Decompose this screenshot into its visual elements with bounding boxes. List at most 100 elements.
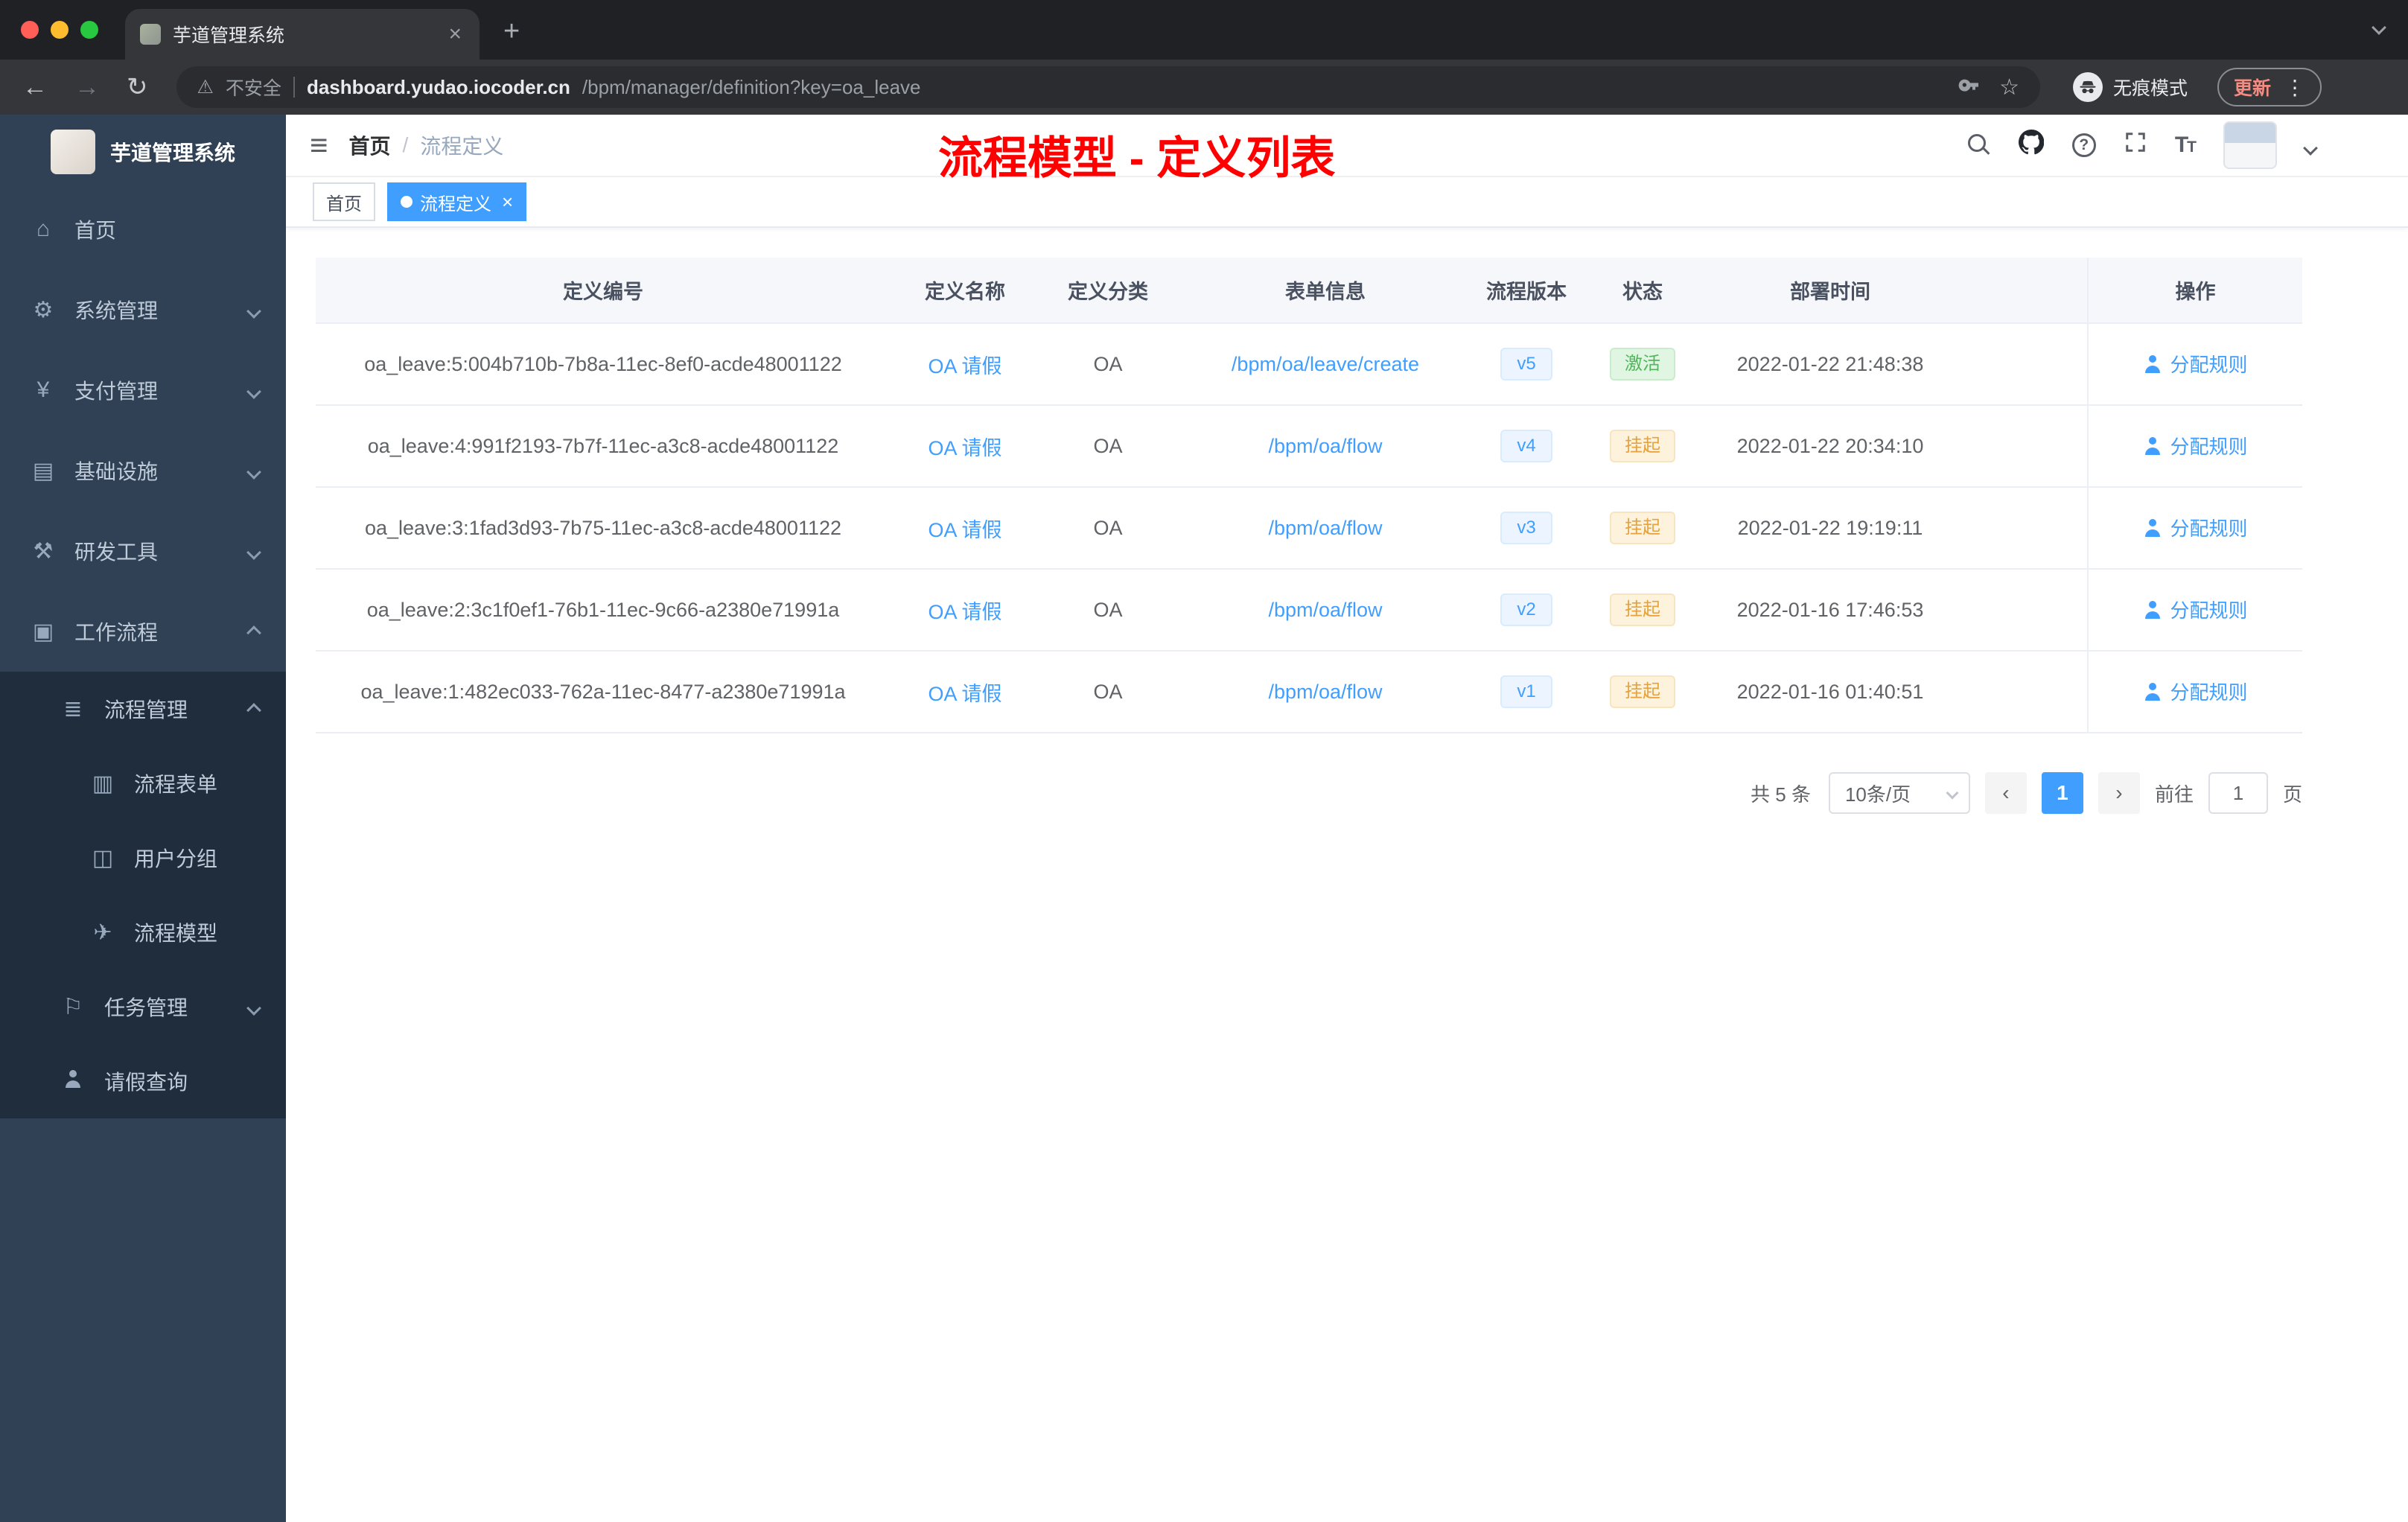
status-badge: 挂起 xyxy=(1610,430,1675,462)
password-key-icon[interactable] xyxy=(1958,73,1981,102)
definition-name-link[interactable]: OA 请假 xyxy=(928,683,1001,705)
reload-button[interactable] xyxy=(116,71,159,103)
definition-name-link[interactable]: OA 请假 xyxy=(928,355,1001,378)
tab-favicon-icon xyxy=(140,24,161,45)
page-size-select[interactable]: 10条/页 xyxy=(1828,772,1970,814)
sidebar-item-process-model[interactable]: 流程模型 xyxy=(0,895,286,969)
tab-search-chevron-icon[interactable] xyxy=(2372,11,2386,39)
sidebar-item-process-form[interactable]: 流程表单 xyxy=(0,746,286,821)
col-status: 状态 xyxy=(1579,258,1707,324)
new-tab-button[interactable] xyxy=(494,16,529,48)
definition-category: OA xyxy=(1039,651,1176,733)
form-link[interactable]: /bpm/oa/flow xyxy=(1268,435,1382,457)
tags-view-bar: 首页 流程定义 xyxy=(286,177,2408,228)
sidebar-item-payment[interactable]: 支付管理 xyxy=(0,350,286,430)
window-controls xyxy=(0,21,113,60)
sidebar-toggle-icon[interactable] xyxy=(310,130,328,161)
infrastructure-icon xyxy=(30,458,57,484)
definition-name-link[interactable]: OA 请假 xyxy=(928,437,1001,459)
back-button[interactable] xyxy=(12,71,58,103)
pagination: 共 5 条 10条/页 1 前往 页 xyxy=(316,772,2302,814)
assign-rule-link[interactable]: 分配规则 xyxy=(2143,432,2247,459)
assign-rule-link[interactable]: 分配规则 xyxy=(2143,596,2247,623)
prev-page-button[interactable] xyxy=(1984,772,2027,814)
font-size-icon[interactable]: TT xyxy=(2175,133,2197,158)
github-icon[interactable] xyxy=(2018,129,2045,161)
col-spacer xyxy=(1954,258,2088,324)
sidebar-item-workflow[interactable]: 工作流程 xyxy=(0,591,286,672)
assign-rule-link[interactable]: 分配规则 xyxy=(2143,678,2247,705)
col-definition-category: 定义分类 xyxy=(1039,258,1176,324)
definition-category: OA xyxy=(1039,487,1176,570)
version-badge: v1 xyxy=(1500,675,1552,708)
task-flag-icon xyxy=(60,994,86,1020)
help-icon[interactable]: ? xyxy=(2071,133,2096,157)
table-row: oa_leave:5:004b710b-7b8a-11ec-8ef0-acde4… xyxy=(316,323,2302,406)
sidebar-item-devtools[interactable]: 研发工具 xyxy=(0,511,286,591)
col-definition-name: 定义名称 xyxy=(891,258,1039,324)
sidebar-item-home[interactable]: 首页 xyxy=(0,189,286,270)
goto-label: 前往 xyxy=(2154,783,2194,806)
table-row: oa_leave:3:1fad3d93-7b75-11ec-a3c8-acde4… xyxy=(316,487,2302,570)
deploy-time: 2022-01-16 17:46:53 xyxy=(1707,569,1954,652)
search-icon[interactable] xyxy=(1967,134,1990,156)
page-1-button[interactable]: 1 xyxy=(2041,772,2083,814)
chevron-down-icon xyxy=(246,378,261,402)
active-dot-icon xyxy=(401,196,413,208)
definition-name-link[interactable]: OA 请假 xyxy=(928,601,1001,623)
avatar[interactable] xyxy=(2223,121,2277,169)
tab-close-icon[interactable] xyxy=(445,20,465,48)
window-minimize-button[interactable] xyxy=(51,21,69,39)
sidebar-item-leave-query[interactable]: 请假查询 xyxy=(0,1044,286,1118)
breadcrumb: 首页 / 流程定义 xyxy=(349,130,504,160)
sidebar-item-user-group[interactable]: 用户分组 xyxy=(0,821,286,895)
form-link[interactable]: /bpm/oa/leave/create xyxy=(1232,353,1419,375)
definition-name-link[interactable]: OA 请假 xyxy=(928,519,1001,541)
incognito-badge: 无痕模式 xyxy=(2072,72,2188,102)
form-link[interactable]: /bpm/oa/flow xyxy=(1268,599,1382,621)
sidebar-item-system[interactable]: 系统管理 xyxy=(0,270,286,350)
gear-icon xyxy=(30,297,57,323)
tab-strip: 芋道管理系统 xyxy=(0,0,2408,60)
assign-rule-link[interactable]: 分配规则 xyxy=(2143,350,2247,378)
version-badge: v5 xyxy=(1500,348,1552,380)
tag-process-definition[interactable]: 流程定义 xyxy=(387,182,527,221)
url-host: dashboard.yudao.iocoder.cn xyxy=(306,75,570,98)
app-logo[interactable]: 芋道管理系统 xyxy=(0,115,286,189)
goto-page-input[interactable] xyxy=(2208,772,2268,814)
browser-menu-icon[interactable] xyxy=(2284,75,2305,100)
forward-button[interactable] xyxy=(64,71,110,103)
window-zoom-button[interactable] xyxy=(80,21,98,39)
sidebar-item-task-manage[interactable]: 任务管理 xyxy=(0,969,286,1044)
workflow-icon xyxy=(30,619,57,645)
deploy-time: 2022-01-22 20:34:10 xyxy=(1707,405,1954,488)
assign-rule-link[interactable]: 分配规则 xyxy=(2143,514,2247,541)
next-page-button[interactable] xyxy=(2098,772,2140,814)
col-actions: 操作 xyxy=(2087,258,2302,324)
status-badge: 挂起 xyxy=(1610,512,1675,544)
security-label[interactable]: 不安全 xyxy=(226,74,281,101)
sidebar: 芋道管理系统 首页 系统管理 支付管理 基础设施 xyxy=(0,115,286,1522)
tag-close-icon[interactable] xyxy=(502,192,513,211)
dashboard-icon xyxy=(30,217,57,242)
person-icon xyxy=(2143,355,2162,373)
fullscreen-icon[interactable] xyxy=(2124,131,2147,159)
security-warning-icon xyxy=(197,76,214,98)
table-row: oa_leave:1:482ec033-762a-11ec-8477-a2380… xyxy=(316,651,2302,733)
sidebar-item-infrastructure[interactable]: 基础设施 xyxy=(0,430,286,511)
update-button[interactable]: 更新 xyxy=(2217,68,2322,106)
version-badge: v3 xyxy=(1500,512,1552,544)
form-link[interactable]: /bpm/oa/flow xyxy=(1268,681,1382,703)
chevron-down-icon xyxy=(1946,786,1959,800)
form-link[interactable]: /bpm/oa/flow xyxy=(1268,517,1382,539)
chevron-down-icon xyxy=(246,459,261,483)
chevron-up-icon xyxy=(246,620,261,643)
window-close-button[interactable] xyxy=(21,21,39,39)
tag-home[interactable]: 首页 xyxy=(313,182,375,221)
address-bar[interactable]: 不安全 dashboard.yudao.iocoder.cn/bpm/manag… xyxy=(176,66,2040,108)
avatar-caret-icon[interactable] xyxy=(2303,132,2318,159)
bookmark-star-icon[interactable] xyxy=(1999,74,2019,101)
sidebar-item-process-manage[interactable]: 流程管理 xyxy=(0,672,286,746)
breadcrumb-home[interactable]: 首页 xyxy=(349,130,391,160)
browser-tab[interactable]: 芋道管理系统 xyxy=(125,9,480,60)
